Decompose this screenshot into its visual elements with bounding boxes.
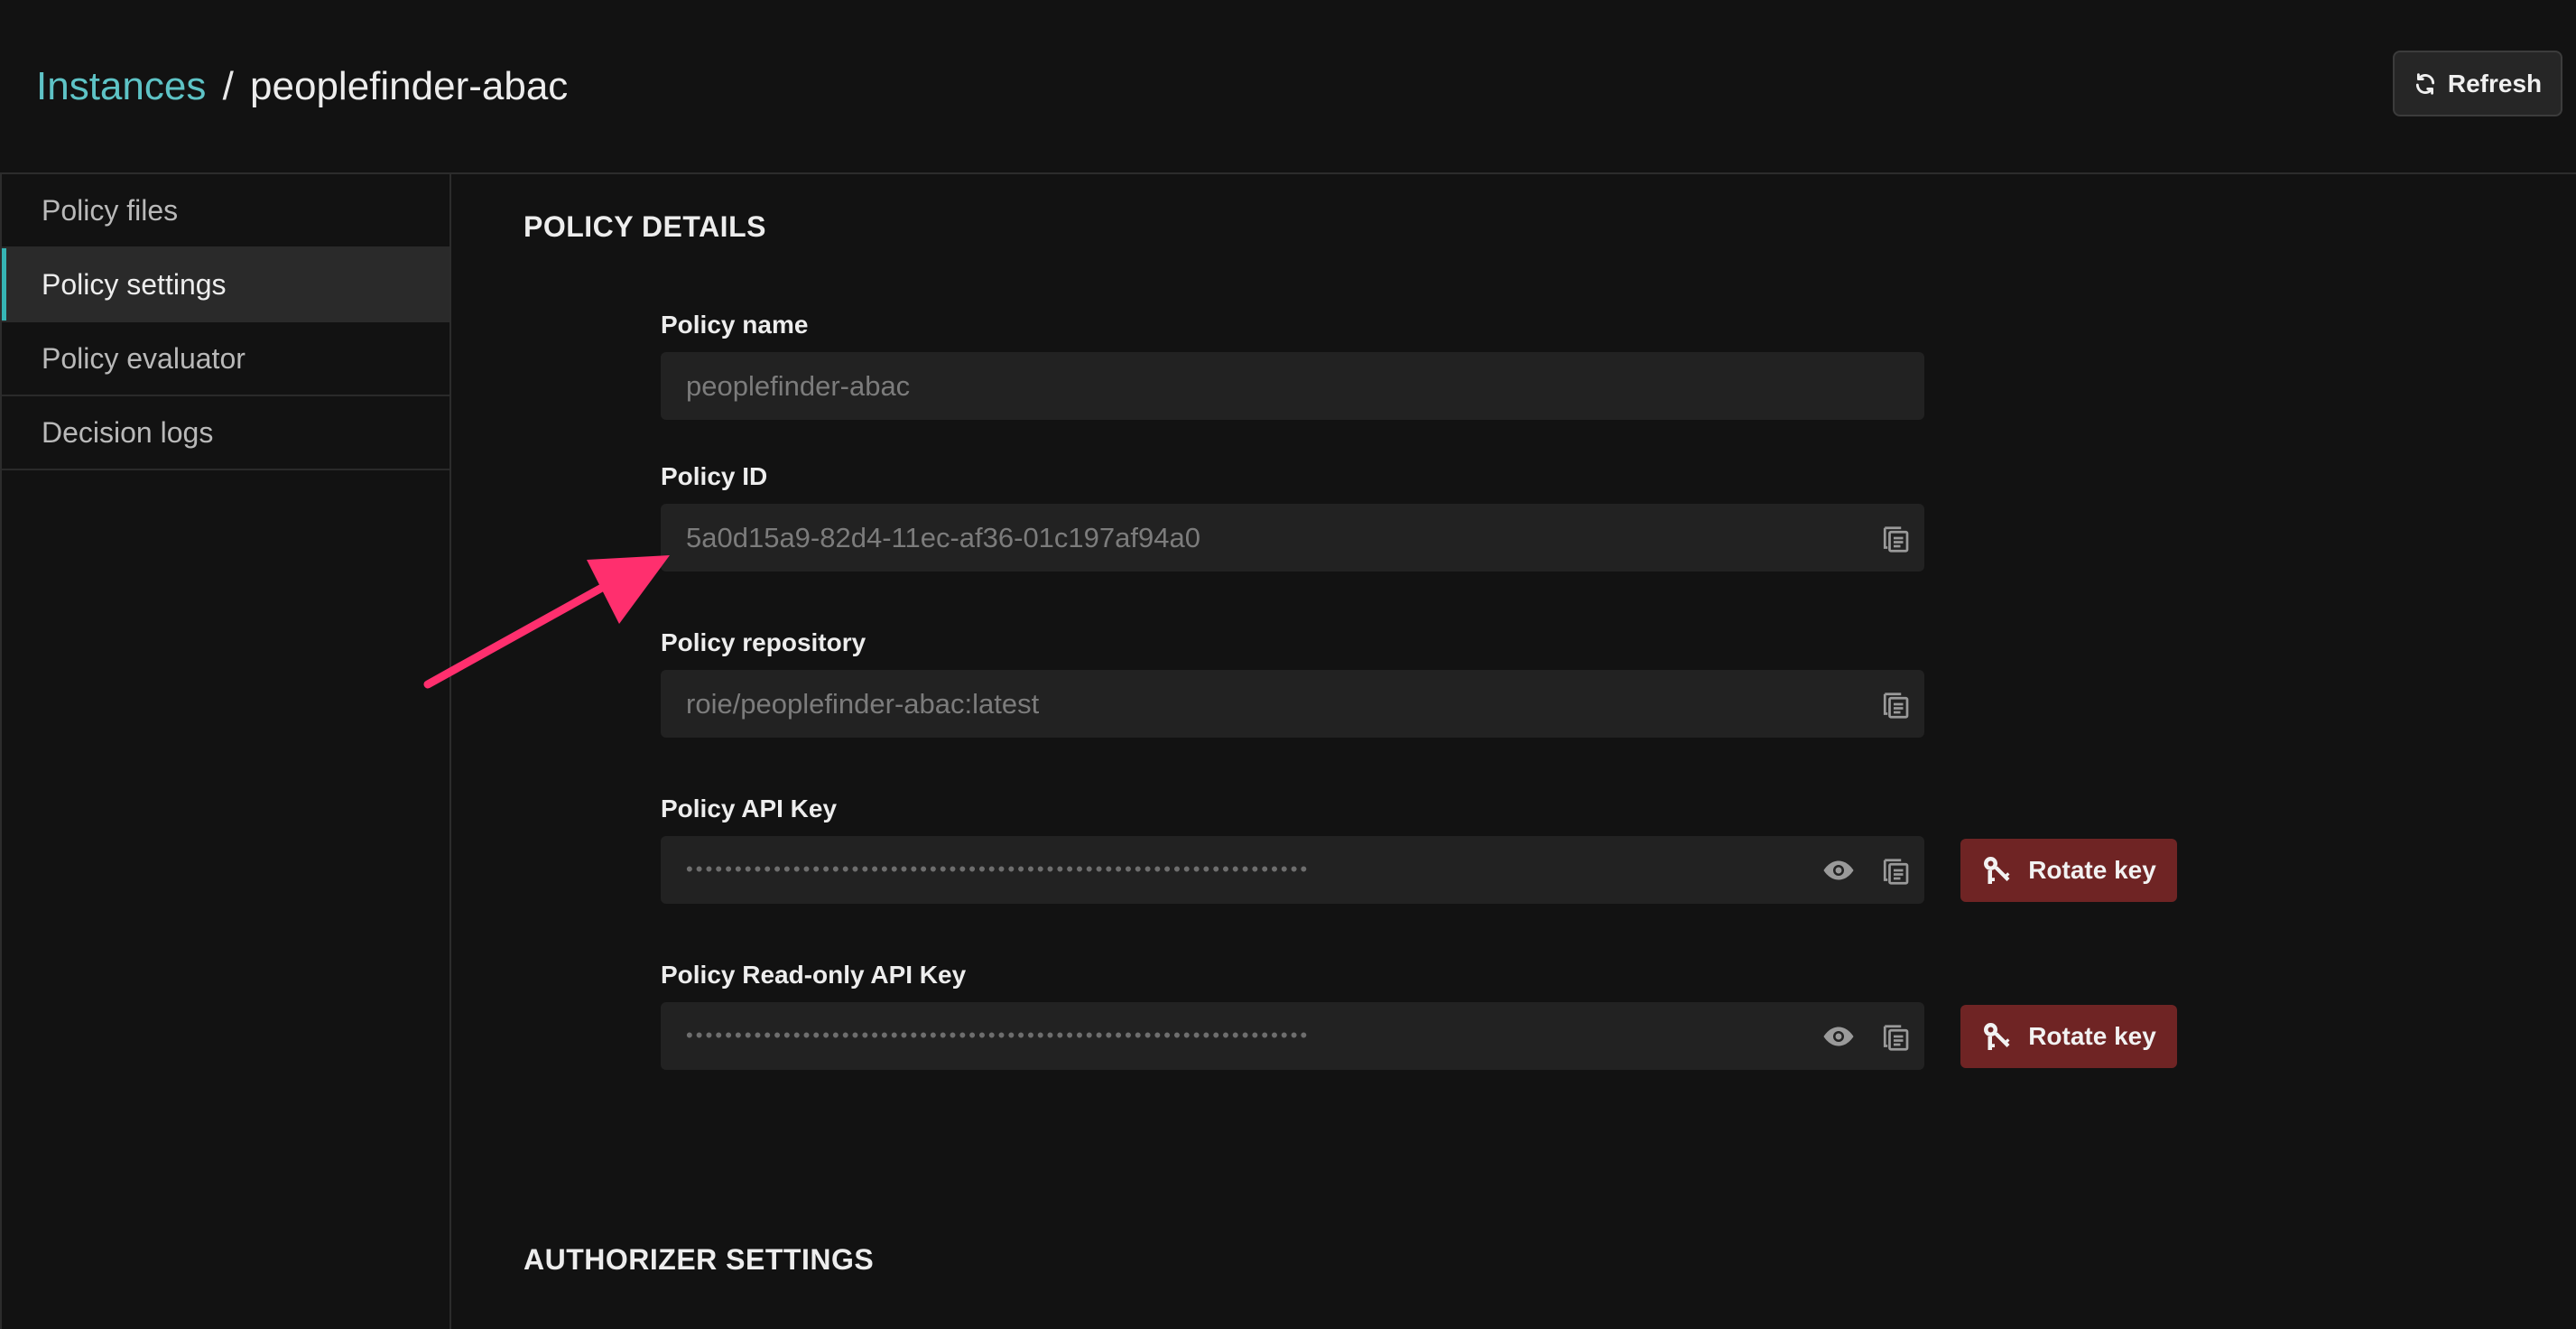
eye-icon xyxy=(1823,1027,1854,1046)
copy-icon xyxy=(1883,692,1909,719)
policy-id-input[interactable] xyxy=(661,504,1924,572)
policy-readonly-api-key-label: Policy Read-only API Key xyxy=(661,961,967,989)
authorizer-settings-heading: AUTHORIZER SETTINGS xyxy=(524,1243,875,1276)
sidebar-item-label: Policy settings xyxy=(42,268,227,301)
policy-api-key-field[interactable]: ••••••••••••••••••••••••••••••••••••••••… xyxy=(661,836,1924,904)
refresh-label: Refresh xyxy=(2447,69,2543,98)
copy-policy-id-button[interactable] xyxy=(1879,521,1913,555)
policy-id-label: Policy ID xyxy=(661,462,768,490)
sidebar-item-policy-settings[interactable]: Policy settings xyxy=(2,248,449,322)
keys-icon xyxy=(1984,1023,2010,1050)
copy-readonly-api-key-button[interactable] xyxy=(1879,1019,1913,1054)
show-api-key-button[interactable] xyxy=(1821,853,1856,888)
sidebar: Policy files Policy settings Policy eval… xyxy=(0,174,451,1329)
rotate-readonly-api-key-button[interactable]: Rotate key xyxy=(1960,1005,2177,1068)
policy-readonly-api-key-field[interactable]: ••••••••••••••••••••••••••••••••••••••••… xyxy=(661,1002,1924,1070)
policy-readonly-api-key-masked-value: ••••••••••••••••••••••••••••••••••••••••… xyxy=(686,1024,1311,1046)
sidebar-item-label: Decision logs xyxy=(42,416,214,449)
copy-api-key-button[interactable] xyxy=(1879,853,1913,888)
copy-icon xyxy=(1883,859,1909,885)
policy-api-key-masked-value: ••••••••••••••••••••••••••••••••••••••••… xyxy=(686,858,1311,880)
policy-repository-input[interactable] xyxy=(661,670,1924,738)
copy-icon xyxy=(1883,1025,1909,1051)
copy-policy-repository-button[interactable] xyxy=(1879,687,1913,721)
policy-repository-field xyxy=(661,670,1924,738)
rotate-api-key-label: Rotate key xyxy=(2028,856,2156,884)
breadcrumb-instances-link[interactable]: Instances xyxy=(36,64,206,108)
show-readonly-api-key-button[interactable] xyxy=(1821,1019,1856,1054)
copy-icon xyxy=(1883,526,1909,553)
refresh-button[interactable]: Refresh xyxy=(2393,51,2562,116)
breadcrumb-current: peoplefinder-abac xyxy=(250,64,569,108)
eye-icon xyxy=(1823,860,1854,880)
sidebar-item-policy-files[interactable]: Policy files xyxy=(2,174,449,248)
keys-icon xyxy=(1984,857,2010,884)
sidebar-item-label: Policy files xyxy=(42,194,179,227)
breadcrumb: Instances / peoplefinder-abac xyxy=(36,63,568,110)
policy-api-key-label: Policy API Key xyxy=(661,795,838,822)
sidebar-item-label: Policy evaluator xyxy=(42,342,246,375)
rotate-readonly-api-key-label: Rotate key xyxy=(2028,1022,2156,1050)
policy-name-label: Policy name xyxy=(661,311,809,339)
policy-repository-label: Policy repository xyxy=(661,628,866,656)
rotate-api-key-button[interactable]: Rotate key xyxy=(1960,839,2177,902)
policy-id-field xyxy=(661,504,1924,572)
policy-name-field xyxy=(661,352,1924,420)
refresh-icon xyxy=(2415,72,2434,95)
sidebar-item-decision-logs[interactable]: Decision logs xyxy=(2,396,449,470)
sidebar-item-policy-evaluator[interactable]: Policy evaluator xyxy=(2,322,449,396)
breadcrumb-separator: / xyxy=(222,64,234,108)
page-header: Instances / peoplefinder-abac Refresh xyxy=(0,0,2576,174)
policy-details-heading: POLICY DETAILS xyxy=(524,210,766,243)
policy-name-input[interactable] xyxy=(661,352,1924,420)
